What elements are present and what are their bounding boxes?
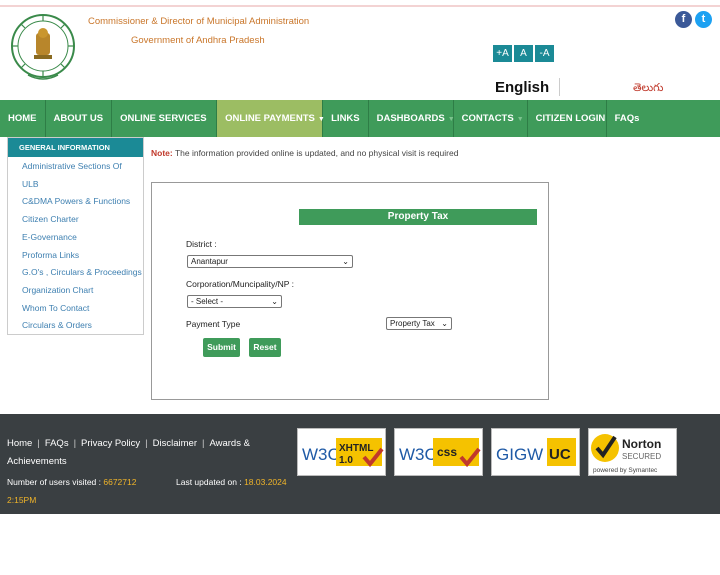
language-divider bbox=[559, 78, 560, 96]
nav-links[interactable]: LINKS bbox=[323, 100, 369, 137]
footer-link-achievements[interactable]: Achievements bbox=[7, 456, 67, 467]
payment-type-select[interactable]: Property Tax ⌄ bbox=[386, 317, 452, 330]
norton-sub-text: SECURED bbox=[622, 452, 661, 461]
language-telugu-link[interactable]: తెలుగు bbox=[633, 82, 663, 97]
note-body: The information provided online is updat… bbox=[172, 148, 459, 158]
reset-button[interactable]: Reset bbox=[249, 338, 281, 357]
language-english-link[interactable]: English bbox=[495, 79, 549, 96]
xhtml-name-text: XHTML bbox=[339, 443, 373, 454]
nav-about-us[interactable]: ABOUT US bbox=[46, 100, 113, 137]
footer-link-awards[interactable]: Awards & bbox=[209, 438, 249, 449]
note-prefix: Note: bbox=[151, 148, 173, 158]
sidebar: GENERAL INFORMATION Administrative Secti… bbox=[7, 137, 144, 335]
sidebar-item-organization-chart[interactable]: Organization Chart bbox=[8, 282, 143, 300]
chevron-down-icon: ⌄ bbox=[441, 319, 448, 328]
caret-down-icon: ▼ bbox=[516, 116, 524, 123]
norton-powered-text: powered by Symantec bbox=[593, 467, 658, 474]
nav-label: ONLINE PAYMENTS bbox=[225, 113, 315, 124]
visits-label: Number of users visited : bbox=[7, 477, 104, 487]
nav-contacts[interactable]: CONTACTS ▼ bbox=[454, 100, 528, 137]
sidebar-item-whom-to-contact[interactable]: Whom To Contact bbox=[8, 300, 143, 318]
form-title: Property Tax bbox=[299, 209, 537, 225]
decrease-font-button[interactable]: -A bbox=[535, 45, 554, 62]
payment-type-value: Property Tax bbox=[390, 319, 435, 328]
footer: Home | FAQs | Privacy Policy | Disclaimer | Awar… bbox=[0, 414, 720, 514]
nav-label: CONTACTS bbox=[461, 113, 514, 124]
visits-value: 6672712 bbox=[103, 477, 137, 487]
gigw-badge[interactable]: GIGW UC bbox=[491, 428, 580, 476]
sidebar-item-administrative-sections[interactable]: Administrative Sections Of bbox=[8, 158, 143, 176]
footer-links: Home | FAQs | Privacy Policy | Disclaimer | Awar… bbox=[7, 438, 250, 467]
footer-link-home[interactable]: Home bbox=[7, 438, 32, 449]
property-tax-panel: Property Tax District : Anantapur ⌄ Corpo… bbox=[151, 182, 549, 400]
sidebar-item-administrative-sections-ulb[interactable]: ULB bbox=[8, 176, 143, 194]
footer-link-privacy-policy[interactable]: Privacy Policy bbox=[81, 438, 140, 449]
nav-label: HOME bbox=[8, 113, 37, 124]
district-select[interactable]: Anantapur ⌄ bbox=[187, 255, 353, 268]
sidebar-item-proforma-links[interactable]: Proforma Links bbox=[8, 247, 143, 265]
xhtml-version-text: 1.0 bbox=[339, 455, 353, 466]
nav-online-services[interactable]: ONLINE SERVICES bbox=[112, 100, 218, 137]
increase-font-button[interactable]: +A bbox=[493, 45, 512, 62]
header-subtitle: Government of Andhra Pradesh bbox=[131, 35, 265, 46]
corporation-select[interactable]: - Select - ⌄ bbox=[187, 295, 282, 308]
submit-button[interactable]: Submit bbox=[203, 338, 240, 357]
sidebar-item-powers-functions[interactable]: C&DMA Powers & Functions bbox=[8, 193, 143, 211]
nav-label: ONLINE SERVICES bbox=[120, 113, 207, 124]
normal-font-button[interactable]: A bbox=[514, 45, 533, 62]
nav-label: LINKS bbox=[331, 113, 360, 124]
nav-label: ABOUT US bbox=[53, 113, 104, 124]
css-name-text: css bbox=[437, 445, 457, 459]
nav-faqs[interactable]: FAQs bbox=[607, 100, 648, 137]
updated-label: Last updated on : bbox=[176, 477, 245, 487]
district-value: Anantapur bbox=[191, 257, 228, 266]
corporation-label: Corporation/Muncipality/NP : bbox=[186, 279, 295, 289]
sidebar-item-citizen-charter[interactable]: Citizen Charter bbox=[8, 211, 143, 229]
nav-home[interactable]: HOME bbox=[0, 100, 46, 137]
sidebar-item-gos-circulars[interactable]: G.O's , Circulars & Proceedings bbox=[8, 264, 143, 282]
w3c-xhtml-badge[interactable]: W3C XHTML 1.0 bbox=[297, 428, 386, 476]
footer-link-disclaimer[interactable]: Disclaimer bbox=[153, 438, 197, 449]
chevron-down-icon: ⌄ bbox=[342, 257, 349, 266]
main-navbar: HOME ABOUT US ONLINE SERVICES ONLINE PAY… bbox=[0, 100, 720, 137]
nav-citizen-login[interactable]: CITIZEN LOGIN bbox=[528, 100, 607, 137]
chevron-down-icon: ⌄ bbox=[271, 297, 278, 306]
facebook-icon[interactable]: f bbox=[675, 11, 692, 28]
twitter-icon[interactable]: t bbox=[695, 11, 712, 28]
nav-label: CITIZEN LOGIN bbox=[535, 113, 606, 124]
header-title: Commissioner & Director of Municipal Adm… bbox=[88, 16, 310, 27]
gigw-suffix-text: UC bbox=[549, 446, 571, 463]
visit-counter: Number of users visited : 6672712 bbox=[7, 477, 136, 487]
nav-label: FAQs bbox=[614, 113, 640, 124]
updated-value: 18.03.2024 bbox=[244, 477, 287, 487]
footer-link-faqs[interactable]: FAQs bbox=[45, 438, 69, 449]
norton-secured-badge[interactable]: Norton SECURED powered by Symantec bbox=[588, 428, 677, 476]
last-updated-time: 2:15PM bbox=[7, 495, 36, 505]
updated-time: 2:15PM bbox=[7, 495, 37, 505]
sidebar-item-circulars-orders[interactable]: Circulars & Orders bbox=[8, 317, 143, 335]
notice-text: Note: The information provided online is… bbox=[151, 148, 458, 158]
nav-dashboards[interactable]: DASHBOARDS ▼ bbox=[369, 100, 455, 137]
w3c-css-badge[interactable]: W3C css bbox=[394, 428, 483, 476]
district-label: District : bbox=[186, 239, 217, 249]
norton-name-text: Norton bbox=[622, 437, 661, 451]
xhtml-w3c-text: W3C bbox=[302, 445, 340, 464]
nav-label: DASHBOARDS bbox=[376, 113, 445, 124]
nav-online-payments[interactable]: ONLINE PAYMENTS ▼ bbox=[217, 100, 325, 137]
top-divider bbox=[0, 5, 720, 7]
payment-type-label: Payment Type bbox=[186, 319, 241, 329]
sidebar-heading: GENERAL INFORMATION bbox=[8, 138, 143, 157]
css-w3c-text: W3C bbox=[399, 445, 437, 464]
last-updated: Last updated on : 18.03.2024 bbox=[176, 477, 287, 487]
ap-emblem-logo bbox=[11, 14, 75, 80]
gigw-name-text: GIGW bbox=[496, 445, 543, 464]
corporation-value: - Select - bbox=[191, 297, 224, 306]
sidebar-item-e-governance[interactable]: E-Governance bbox=[8, 229, 143, 247]
